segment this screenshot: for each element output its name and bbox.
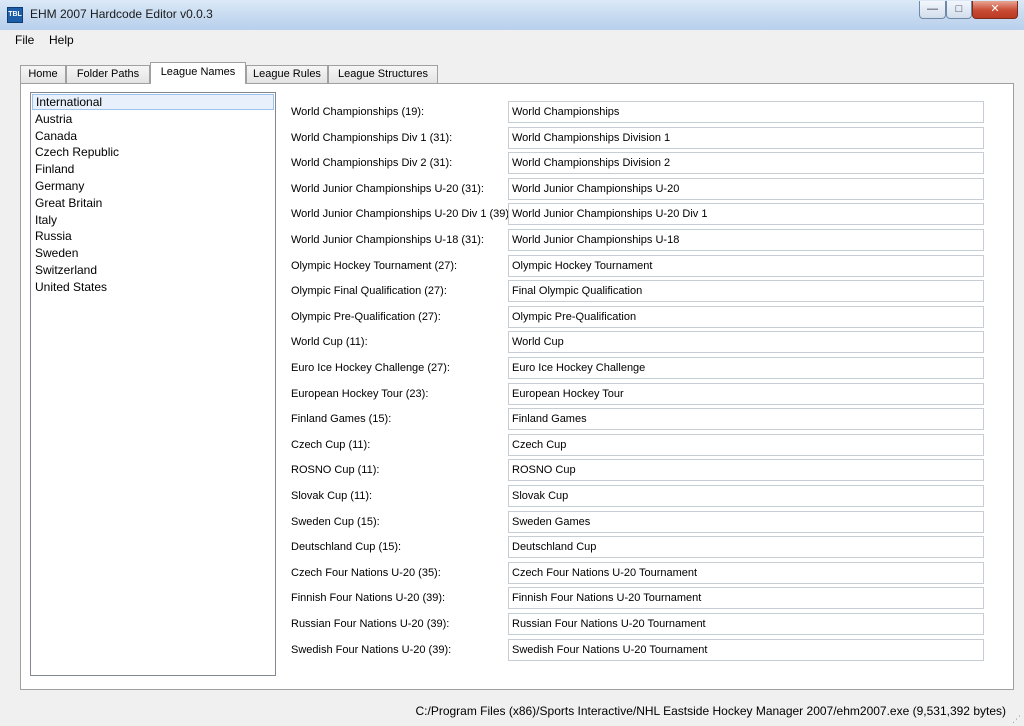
- tab-folder-paths[interactable]: Folder Paths: [66, 65, 150, 83]
- country-list-item[interactable]: Sweden: [32, 245, 274, 261]
- menu-file[interactable]: File: [15, 33, 34, 47]
- menu-help[interactable]: Help: [49, 33, 74, 47]
- league-name-input[interactable]: Czech Cup: [508, 433, 984, 456]
- league-name-input[interactable]: Swedish Four Nations U-20 Tournament: [508, 638, 984, 661]
- menu-bar: File Help: [0, 30, 1024, 50]
- league-name-label: Russian Four Nations U-20 (39):: [291, 618, 450, 630]
- tab-league-structures[interactable]: League Structures: [328, 65, 438, 83]
- league-name-label: Olympic Final Qualification (27):: [291, 285, 447, 298]
- country-list-item[interactable]: United States: [32, 279, 274, 295]
- country-list[interactable]: International Austria Canada Czech Republic…: [30, 92, 276, 676]
- league-name-label: Finnish Four Nations U-20 (39):: [291, 592, 446, 605]
- league-name-input[interactable]: World Junior Championships U-18: [508, 229, 984, 251]
- country-list-item[interactable]: Russia: [32, 228, 274, 244]
- league-name-input[interactable]: World Championships Division 2: [508, 152, 984, 175]
- league-name-input[interactable]: World Junior Championships U-20: [508, 177, 984, 200]
- country-list-item[interactable]: Czech Republic: [32, 144, 274, 160]
- league-name-label: Euro Ice Hockey Challenge (27):: [291, 362, 450, 374]
- window-title: EHM 2007 Hardcode Editor v0.0.3: [30, 7, 213, 21]
- league-name-input[interactable]: Final Olympic Qualification: [508, 280, 984, 303]
- country-list-item[interactable]: Canada: [32, 128, 274, 144]
- country-list-item[interactable]: Switzerland: [32, 262, 274, 278]
- tab-home[interactable]: Home: [20, 65, 66, 83]
- country-list-item[interactable]: Finland: [32, 161, 274, 177]
- league-name-label: World Junior Championships U-20 Div 1 (3…: [291, 208, 513, 221]
- league-name-input[interactable]: Russian Four Nations U-20 Tournament: [508, 613, 984, 635]
- status-bar: C:/Program Files (x86)/Sports Interactiv…: [0, 700, 1024, 726]
- title-bar[interactable]: TBL EHM 2007 Hardcode Editor v0.0.3 — □ …: [0, 0, 1024, 30]
- league-name-label: Sweden Cup (15):: [291, 515, 380, 528]
- league-name-label: Finland Games (15):: [291, 413, 392, 426]
- resize-grip-icon[interactable]: ⋰: [1012, 714, 1022, 724]
- app-icon: TBL: [7, 7, 23, 23]
- status-file-path: C:/Program Files (x86)/Sports Interactiv…: [415, 704, 1006, 718]
- tab-league-names[interactable]: League Names: [150, 62, 246, 84]
- league-name-input[interactable]: Olympic Pre-Qualification: [508, 305, 984, 328]
- league-name-input[interactable]: World Championships Division 1: [508, 126, 984, 149]
- league-name-input[interactable]: Czech Four Nations U-20 Tournament: [508, 561, 984, 584]
- tab-league-rules[interactable]: League Rules: [246, 65, 328, 83]
- league-name-input[interactable]: European Hockey Tour: [508, 382, 984, 405]
- league-name-label: ROSNO Cup (11):: [291, 464, 380, 477]
- league-name-input[interactable]: Deutschland Cup: [508, 536, 984, 559]
- minimize-button[interactable]: —: [919, 1, 946, 19]
- league-name-input[interactable]: Slovak Cup: [508, 485, 984, 507]
- league-name-label: Czech Cup (11):: [291, 438, 371, 451]
- country-list-item[interactable]: Great Britain: [32, 195, 274, 211]
- league-name-input[interactable]: World Cup: [508, 331, 984, 354]
- league-names-panel: International Austria Canada Czech Republic…: [20, 83, 1014, 690]
- league-name-label: Deutschland Cup (15):: [291, 541, 402, 554]
- league-name-label: Olympic Hockey Tournament (27):: [291, 259, 458, 272]
- league-name-input[interactable]: ROSNO Cup: [508, 459, 984, 482]
- league-name-label: World Junior Championships U-20 (31):: [291, 182, 484, 195]
- league-name-label: World Championships Div 1 (31):: [291, 131, 453, 144]
- league-name-label: Czech Four Nations U-20 (35):: [291, 566, 441, 579]
- country-list-item[interactable]: International: [32, 94, 274, 110]
- close-button[interactable]: ✕: [972, 1, 1018, 19]
- league-name-label: World Cup (11):: [291, 336, 368, 349]
- league-name-input[interactable]: World Championships: [508, 101, 984, 123]
- league-name-input[interactable]: Olympic Hockey Tournament: [508, 254, 984, 277]
- league-name-label: European Hockey Tour (23):: [291, 387, 429, 400]
- league-name-label: World Championships Div 2 (31):: [291, 157, 453, 170]
- league-name-input[interactable]: Sweden Games: [508, 510, 984, 533]
- league-name-label: Slovak Cup (11):: [291, 490, 373, 502]
- league-name-label: Swedish Four Nations U-20 (39):: [291, 643, 452, 656]
- league-name-label: World Championships (19):: [291, 106, 425, 118]
- league-name-label: Olympic Pre-Qualification (27):: [291, 310, 441, 323]
- country-list-item[interactable]: Italy: [32, 212, 274, 228]
- country-list-item[interactable]: Germany: [32, 178, 274, 194]
- league-name-input[interactable]: Finland Games: [508, 408, 984, 431]
- league-name-label: World Junior Championships U-18 (31):: [291, 234, 484, 246]
- maximize-button[interactable]: □: [946, 1, 972, 19]
- league-name-input[interactable]: World Junior Championships U-20 Div 1: [508, 203, 984, 226]
- app-window: TBL EHM 2007 Hardcode Editor v0.0.3 — □ …: [0, 0, 1024, 726]
- country-list-item[interactable]: Austria: [32, 111, 274, 127]
- league-name-input[interactable]: Finnish Four Nations U-20 Tournament: [508, 587, 984, 610]
- league-name-input[interactable]: Euro Ice Hockey Challenge: [508, 357, 984, 379]
